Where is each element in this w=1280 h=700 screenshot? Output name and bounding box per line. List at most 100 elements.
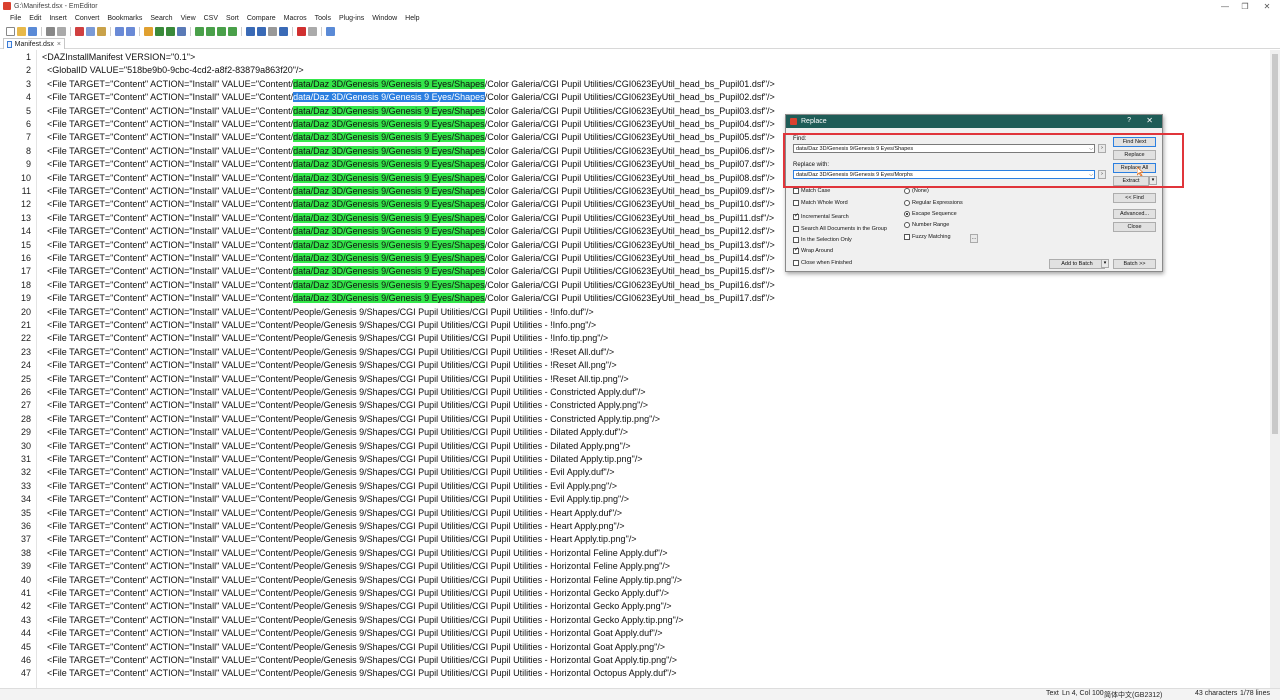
editor-line[interactable]: 33 <File TARGET="Content" ACTION="Instal… (0, 480, 1270, 493)
editor-line[interactable]: 46 <File TARGET="Content" ACTION="Instal… (0, 654, 1270, 667)
outline-icon[interactable] (279, 26, 288, 36)
advanced-button[interactable]: Advanced... (1113, 209, 1156, 219)
menu-item-file[interactable]: File (6, 15, 25, 22)
editor-line[interactable]: 23 <File TARGET="Content" ACTION="Instal… (0, 346, 1270, 359)
menu-item-convert[interactable]: Convert (71, 15, 104, 22)
scrollbar-thumb[interactable] (1272, 54, 1278, 434)
add-to-batch-button[interactable]: Add to Batch (1049, 259, 1105, 269)
editor-line[interactable]: 19 <File TARGET="Content" ACTION="Instal… (0, 292, 1270, 305)
none-radio[interactable]: (None) (904, 188, 929, 194)
editor-line[interactable]: 42 <File TARGET="Content" ACTION="Instal… (0, 600, 1270, 613)
in-selection-only-checkbox[interactable]: In the Selection Only (793, 237, 852, 243)
editor-line[interactable]: 25 <File TARGET="Content" ACTION="Instal… (0, 373, 1270, 386)
menu-item-sort[interactable]: Sort (222, 15, 243, 22)
replace-all-button[interactable]: Replace All (1113, 163, 1156, 173)
wrap-around-checkbox[interactable]: Wrap Around (793, 246, 833, 254)
find-options-button[interactable]: › (1098, 144, 1106, 153)
copy-icon[interactable] (86, 26, 95, 36)
editor-line[interactable]: 40 <File TARGET="Content" ACTION="Instal… (0, 574, 1270, 587)
status-encoding[interactable]: 简体中文(GB2312) (1104, 690, 1162, 700)
csv-tsv-icon[interactable] (206, 26, 215, 36)
window-close-button[interactable]: ✕ (1252, 0, 1280, 12)
stop-icon[interactable] (297, 26, 306, 36)
editor-line[interactable]: 27 <File TARGET="Content" ACTION="Instal… (0, 399, 1270, 412)
number-range-radio[interactable]: Number Range (904, 222, 949, 228)
editor-line[interactable]: 18 <File TARGET="Content" ACTION="Instal… (0, 279, 1270, 292)
dialog-close-icon[interactable]: ✕ (1146, 116, 1153, 125)
find-next-icon[interactable] (155, 26, 164, 36)
editor-line[interactable]: 20 <File TARGET="Content" ACTION="Instal… (0, 306, 1270, 319)
menu-item-edit[interactable]: Edit (25, 15, 45, 22)
find-icon[interactable] (144, 26, 153, 36)
replace-input[interactable]: data/Daz 3D/Genesis 9/Genesis 9 Eyes/Mor… (793, 170, 1095, 179)
search-all-documents-checkbox[interactable]: Search All Documents in the Group (793, 226, 887, 232)
extract-dropdown-icon[interactable]: ▾ (1149, 176, 1157, 185)
macro-record-icon[interactable] (257, 26, 266, 36)
regular-expressions-radio[interactable]: Regular Expressions (904, 200, 963, 206)
match-whole-word-checkbox[interactable]: Match Whole Word (793, 200, 848, 206)
csv-sort-icon[interactable] (217, 26, 226, 36)
escape-sequence-radio[interactable]: Escape Sequence (904, 211, 957, 217)
editor-line[interactable]: 35 <File TARGET="Content" ACTION="Instal… (0, 507, 1270, 520)
find-input[interactable]: data/Daz 3D/Genesis 9/Genesis 9 Eyes/Sha… (793, 144, 1095, 153)
editor-line[interactable]: 1 <DAZInstallManifest VERSION="0.1"> (0, 51, 1270, 64)
replace-dropdown-chevron-icon[interactable]: ⌵ (1089, 171, 1093, 178)
csv-filter-icon[interactable] (228, 26, 237, 36)
dialog-title-bar[interactable]: Replace ? ✕ (786, 115, 1162, 128)
editor-line[interactable]: 28 <File TARGET="Content" ACTION="Instal… (0, 413, 1270, 426)
menu-item-view[interactable]: View (177, 15, 200, 22)
incremental-search-checkbox[interactable]: Incremental Search (793, 212, 849, 220)
find-dropdown-chevron-icon[interactable]: ⌵ (1089, 145, 1093, 152)
tab-close-icon[interactable]: × (57, 41, 61, 48)
editor-line[interactable]: 45 <File TARGET="Content" ACTION="Instal… (0, 641, 1270, 654)
editor-line[interactable]: 4 <File TARGET="Content" ACTION="Install… (0, 91, 1270, 104)
macro-run-icon[interactable] (246, 26, 255, 36)
cut-icon[interactable] (75, 26, 84, 36)
redo-icon[interactable] (126, 26, 135, 36)
paste-icon[interactable] (97, 26, 106, 36)
menu-item-bookmarks[interactable]: Bookmarks (103, 15, 146, 22)
editor-line[interactable]: 31 <File TARGET="Content" ACTION="Instal… (0, 453, 1270, 466)
fuzzy-options-button[interactable]: … (970, 234, 978, 243)
editor-line[interactable]: 22 <File TARGET="Content" ACTION="Instal… (0, 332, 1270, 345)
add-to-batch-dropdown-icon[interactable]: ▾ (1101, 259, 1109, 268)
editor-line[interactable]: 32 <File TARGET="Content" ACTION="Instal… (0, 466, 1270, 479)
settings-icon[interactable] (326, 26, 335, 36)
menu-item-plug-ins[interactable]: Plug-ins (335, 15, 368, 22)
editor-line[interactable]: 2 <GlobalID VALUE="518be9b0-9cbc-4cd2-a8… (0, 64, 1270, 77)
replace-options-button[interactable]: › (1098, 170, 1106, 179)
editor-line[interactable]: 38 <File TARGET="Content" ACTION="Instal… (0, 547, 1270, 560)
menu-item-macros[interactable]: Macros (280, 15, 311, 22)
menu-item-insert[interactable]: Insert (45, 15, 71, 22)
editor-line[interactable]: 3 <File TARGET="Content" ACTION="Install… (0, 78, 1270, 91)
menu-item-window[interactable]: Window (368, 15, 401, 22)
replace-icon[interactable] (177, 26, 186, 36)
print-preview-icon[interactable] (57, 26, 66, 36)
plugin-icon[interactable] (308, 26, 317, 36)
csv-icon[interactable] (195, 26, 204, 36)
find-prev-icon[interactable] (166, 26, 175, 36)
extract-button[interactable]: Extract (1113, 176, 1149, 186)
new-file-icon[interactable] (6, 26, 15, 36)
editor-line[interactable]: 24 <File TARGET="Content" ACTION="Instal… (0, 359, 1270, 372)
menu-item-csv[interactable]: CSV (200, 15, 222, 22)
status-mode[interactable]: Text (1046, 690, 1059, 697)
editor-line[interactable]: 37 <File TARGET="Content" ACTION="Instal… (0, 533, 1270, 546)
menu-item-compare[interactable]: Compare (243, 15, 280, 22)
editor-line[interactable]: 21 <File TARGET="Content" ACTION="Instal… (0, 319, 1270, 332)
menu-item-search[interactable]: Search (146, 15, 176, 22)
help-button[interactable]: ? (1127, 117, 1131, 124)
undo-icon[interactable] (115, 26, 124, 36)
close-when-finished-checkbox[interactable]: Close when Finished (793, 260, 852, 266)
editor-line[interactable]: 26 <File TARGET="Content" ACTION="Instal… (0, 386, 1270, 399)
print-icon[interactable] (46, 26, 55, 36)
close-button[interactable]: Close (1113, 222, 1156, 232)
replace-button[interactable]: Replace (1113, 150, 1156, 160)
editor-line[interactable]: 41 <File TARGET="Content" ACTION="Instal… (0, 587, 1270, 600)
batch-button[interactable]: Batch >> (1113, 259, 1156, 269)
menu-item-help[interactable]: Help (401, 15, 423, 22)
find-next-button[interactable]: Find Next (1113, 137, 1156, 147)
vertical-scrollbar[interactable] (1270, 50, 1280, 688)
open-folder-icon[interactable] (17, 26, 26, 36)
tab-manifest[interactable]: Manifest.dsx × (3, 38, 65, 49)
